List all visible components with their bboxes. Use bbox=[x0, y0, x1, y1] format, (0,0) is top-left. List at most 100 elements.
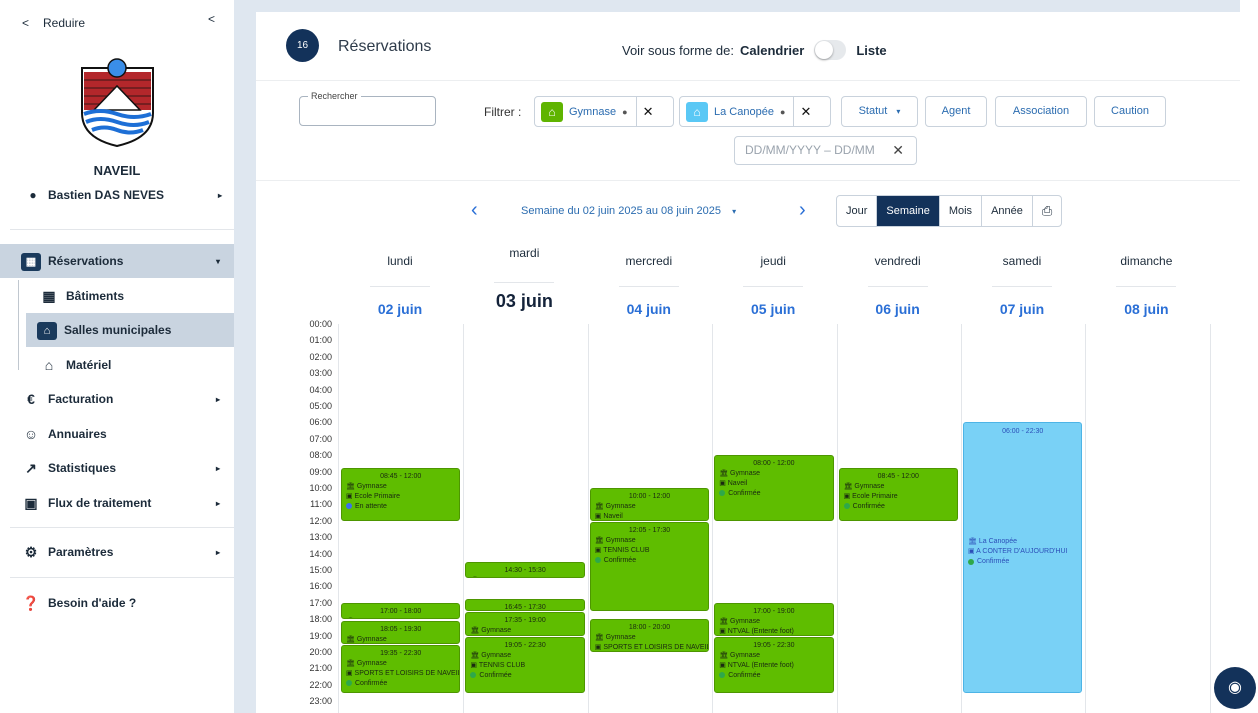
day-name: dimanche bbox=[1120, 254, 1173, 268]
filter-chip-la-canopee[interactable]: ⌂ La Canopée ● ✕ bbox=[679, 96, 831, 127]
sidebar-item-label: Paramètres bbox=[48, 545, 114, 559]
reservation-event[interactable]: 08:45 - 12:00 🏛 Gymnase ▣ Ecole Primaire En… bbox=[341, 467, 461, 521]
event-time: 12:05 - 17:30 bbox=[628, 527, 671, 535]
lock-icon: ● bbox=[779, 106, 786, 117]
view-semaine-button[interactable]: Semaine bbox=[877, 196, 940, 226]
event-time: 16:45 - 17:30 bbox=[504, 603, 546, 611]
day-header-mardi[interactable]: mardi 03 juin bbox=[462, 246, 586, 312]
hour-label: 00:00 bbox=[309, 319, 332, 329]
event-status: Confirmée bbox=[715, 671, 832, 681]
previous-week-icon[interactable]: ‹ bbox=[471, 199, 478, 222]
view-calendar-label[interactable]: Calendrier bbox=[740, 43, 804, 58]
event-room: 🏛 Gymnase bbox=[470, 651, 512, 659]
sidebar-item-aide[interactable]: ❓ Besoin d'aide ? bbox=[0, 586, 234, 620]
reservation-event[interactable]: 16:45 - 17:30🏛 Gymnase▣ Naveil bbox=[465, 598, 585, 611]
sidebar-item-batiments[interactable]: ▦ Bâtiments bbox=[0, 279, 234, 313]
week-label: Semaine du 02 juin 2025 au 08 juin 2025 bbox=[521, 205, 721, 217]
user-name: Bastien DAS NEVES bbox=[48, 188, 165, 202]
agent-filter-button[interactable]: Agent bbox=[925, 96, 987, 127]
day-header-samedi[interactable]: samedi 07 juin bbox=[960, 254, 1084, 317]
caret-down-icon: ▾ bbox=[896, 107, 901, 116]
view-toggle[interactable] bbox=[814, 40, 847, 60]
view-jour-button[interactable]: Jour bbox=[837, 196, 878, 226]
sidebar-item-materiel[interactable]: ⌂ Matériel bbox=[0, 348, 234, 382]
caret-down-icon: ▾ bbox=[215, 256, 220, 266]
remove-chip-icon[interactable]: ✕ bbox=[793, 97, 817, 126]
chart-icon: ↗ bbox=[25, 459, 37, 476]
divider bbox=[10, 229, 234, 230]
reduire-button[interactable]: < Reduire bbox=[22, 16, 85, 30]
reservation-event[interactable]: 10:00 - 12:00🏛 Gymnase▣ NaveilConfirmée bbox=[589, 488, 710, 521]
building-icon: ▦ bbox=[42, 287, 56, 304]
day-header-vendredi[interactable]: vendredi 06 juin bbox=[836, 254, 960, 317]
sidebar-item-parametres[interactable]: ⚙ Paramètres ▸ bbox=[0, 535, 234, 569]
day-column-divider bbox=[712, 324, 714, 713]
day-date: 07 juin bbox=[999, 301, 1045, 317]
reservation-event[interactable]: 18:00 - 20:00 🏛 Gymnase ▣ SPORTS ET LOISIR… bbox=[589, 619, 710, 652]
scrollbar[interactable] bbox=[1240, 0, 1258, 713]
caret-right-icon: ▸ bbox=[215, 498, 220, 508]
event-room: 🏛 Gymnase bbox=[594, 634, 636, 642]
view-annee-button[interactable]: Année bbox=[982, 196, 1033, 226]
sidebar-item-reservations[interactable]: ▦ Réservations ▾ bbox=[0, 244, 234, 278]
event-time: 17:00 - 19:00 bbox=[753, 607, 795, 615]
reservation-event[interactable]: 08:00 - 12:00 🏛 Gymnase ▣ Naveil Confirmée bbox=[714, 455, 834, 521]
hour-label: 10:00 bbox=[309, 483, 332, 493]
sidebar-item-label: Matériel bbox=[66, 358, 112, 372]
hour-label: 13:00 bbox=[309, 532, 332, 543]
event-room: 🏛 Gymnase bbox=[719, 617, 760, 625]
workflow-icon: ▣ bbox=[24, 494, 38, 511]
next-week-icon[interactable]: › bbox=[799, 199, 806, 222]
gears-icon: ⚙ bbox=[24, 543, 38, 560]
reservation-event[interactable]: 17:00 - 18:00🏛 Gymnase▣ TENNIS CLUB bbox=[341, 602, 461, 620]
event-organizer: ▣ Naveil bbox=[719, 480, 748, 488]
filter-chip-gymnase[interactable]: ⌂ Gymnase ● ✕ bbox=[534, 96, 674, 127]
remove-chip-icon[interactable]: ✕ bbox=[635, 97, 660, 126]
date-range-input[interactable]: DD/MM/YYYY – DD/MM ✕ bbox=[734, 136, 917, 165]
sidebar-item-statistiques[interactable]: ↗ Statistiques ▸ bbox=[0, 451, 234, 485]
hour-label: 20:00 bbox=[309, 647, 332, 657]
event-status: Confirmée bbox=[342, 679, 459, 689]
view-list-label[interactable]: Liste bbox=[856, 43, 886, 58]
user-menu[interactable]: ● Bastien DAS NEVES ▸ bbox=[22, 188, 222, 202]
statut-dropdown[interactable]: Statut ▾ bbox=[841, 96, 918, 127]
divider bbox=[256, 80, 1240, 81]
day-header-mercredi[interactable]: mercredi 04 juin bbox=[587, 254, 711, 317]
association-filter-button[interactable]: Association bbox=[995, 96, 1087, 127]
event-time: 08:00 - 12:00 bbox=[753, 460, 795, 468]
print-icon[interactable]: ⎙ bbox=[1033, 196, 1061, 226]
reservation-event[interactable]: 08:45 - 12:00 🏛 Gymnase ▣ Ecole Primaire Co… bbox=[838, 467, 958, 521]
reservation-event[interactable]: 19:05 - 22:30 🏛 Gymnase ▣ NTVAL (Entente f… bbox=[714, 636, 834, 693]
reservation-event[interactable]: 17:35 - 19:00🏛 Gymnase▣ NTVAL (Entente f… bbox=[465, 612, 585, 636]
event-room: 🏛 Gymnase bbox=[346, 482, 387, 490]
collapse-sidebar-icon[interactable]: < bbox=[208, 12, 215, 26]
day-name: samedi bbox=[1002, 254, 1042, 268]
clear-date-icon[interactable]: ✕ bbox=[892, 137, 904, 164]
reservation-event[interactable]: 19:05 - 22:30 🏛 Gymnase ▣ TENNIS CLUB Confi… bbox=[465, 636, 585, 693]
day-name: jeudi bbox=[760, 254, 786, 268]
view-mois-button[interactable]: Mois bbox=[940, 196, 983, 226]
caution-filter-button[interactable]: Caution bbox=[1094, 96, 1166, 127]
reservation-event[interactable]: 19:35 - 22:30 🏛 Gymnase ▣ SPORTS ET LOISIR… bbox=[341, 645, 461, 693]
reservation-event[interactable]: 14:30 - 15:30🏛 Gymnase▣ IME Naveil bbox=[465, 561, 585, 579]
day-header-jeudi[interactable]: jeudi 05 juin bbox=[711, 254, 835, 317]
sidebar-item-label: Facturation bbox=[48, 392, 114, 406]
caret-right-icon: ▸ bbox=[215, 547, 220, 557]
hour-label: 23:00 bbox=[309, 696, 332, 707]
day-header-dimanche[interactable]: dimanche 08 juin bbox=[1084, 254, 1208, 317]
divider bbox=[618, 286, 679, 287]
reservation-event[interactable]: 17:00 - 19:00 🏛 Gymnase ▣ NTVAL (Entente f… bbox=[714, 602, 834, 636]
main-panel: 16 Réservations Voir sous forme de: Cale… bbox=[256, 12, 1240, 713]
sidebar-item-facturation[interactable]: € Facturation ▸ bbox=[0, 382, 234, 416]
reservation-event[interactable]: 12:05 - 17:30 🏛 Gymnase ▣ TENNIS CLUB Confi… bbox=[589, 522, 710, 611]
week-selector[interactable]: Semaine du 02 juin 2025 au 08 juin 2025 … bbox=[521, 205, 736, 217]
divider bbox=[370, 286, 430, 287]
bug-report-button[interactable]: ◉ bbox=[1214, 667, 1256, 709]
sidebar-item-salles-municipales[interactable]: ⌂ Salles municipales bbox=[26, 313, 234, 347]
sidebar-item-annuaires[interactable]: ☺ Annuaires bbox=[0, 417, 234, 451]
sidebar-item-flux-de-traitement[interactable]: ▣ Flux de traitement ▸ bbox=[0, 486, 234, 520]
day-header-lundi[interactable]: lundi 02 juin bbox=[338, 254, 462, 317]
reservation-event[interactable]: 06:00 - 22:30 🏛 La Canopée ▣ A CONTER D'AU… bbox=[963, 422, 1083, 693]
event-time: 17:35 - 19:00 bbox=[504, 617, 546, 625]
reservation-event[interactable]: 18:05 - 19:30🏛 Gymnase▣ NTVAL (Entente f… bbox=[341, 620, 461, 644]
